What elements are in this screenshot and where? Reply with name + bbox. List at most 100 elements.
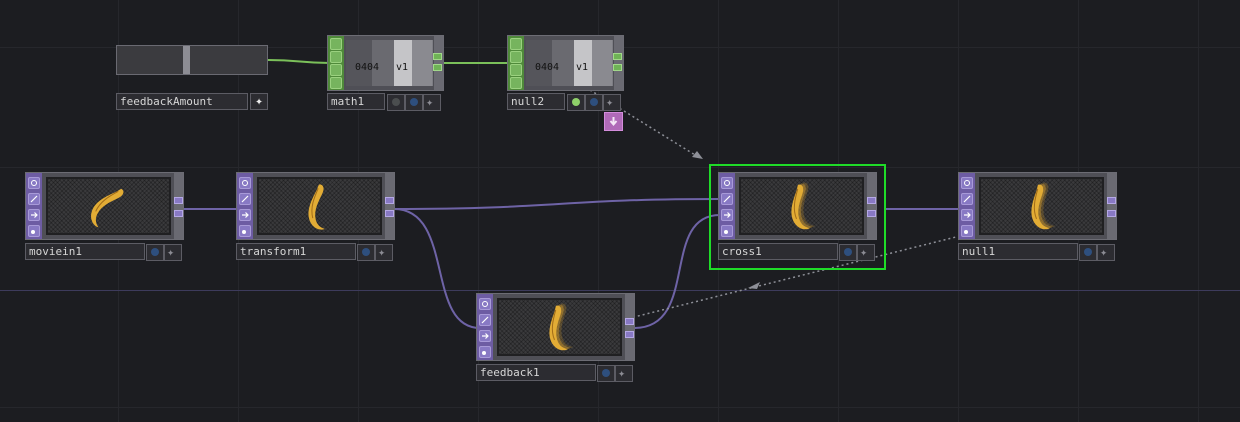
output-connector[interactable] [174,197,183,204]
viewer-icon[interactable] [721,225,733,237]
export-arrow-icon[interactable] [604,112,623,131]
node-cross1[interactable] [718,172,877,240]
lock-icon[interactable] [510,51,522,63]
viewer-dot-icon[interactable] [405,94,423,111]
viewer-icon[interactable] [330,77,342,89]
lock-icon[interactable] [239,193,251,205]
channel-name: v1 [576,62,589,73]
display-icon[interactable] [479,330,491,342]
banana-icon[interactable] [497,298,622,356]
output-connector[interactable] [1107,197,1116,204]
node-label-math1[interactable]: math1 [327,93,385,110]
bypass-icon[interactable] [961,177,973,189]
output-connector[interactable] [613,53,622,60]
lock-icon[interactable] [330,51,342,63]
channel-index: 0404 [535,62,560,73]
viewer-dot-icon[interactable] [597,365,615,382]
network-editor[interactable]: feedbackAmount ✦ 0404 v1 math1 ✦ 0404 v1… [0,0,1240,422]
wire-feedback1-cross1 [633,214,721,329]
node-label-transform1[interactable]: transform1 [236,243,356,260]
viewer-icon[interactable] [28,225,40,237]
bypass-icon[interactable] [330,38,342,50]
viewer-dot-icon[interactable] [839,244,857,261]
node-name: null2 [511,95,545,108]
output-connector[interactable] [433,64,442,71]
node-name: cross1 [722,245,762,258]
viewer-icon[interactable] [961,225,973,237]
node-name: feedback1 [480,366,540,379]
node-label-null1[interactable]: null1 [958,243,1078,260]
node-null2[interactable]: 0404 v1 [507,35,624,91]
pin-icon[interactable]: ✦ [857,244,875,261]
viewer-dot-icon[interactable] [1079,244,1097,261]
banana-icon[interactable] [257,177,382,235]
lock-icon[interactable] [961,193,973,205]
output-connector[interactable] [625,331,634,338]
feedback-amount-slider[interactable] [116,45,268,75]
lock-icon[interactable] [28,193,40,205]
slider-knob[interactable] [183,46,190,74]
display-icon[interactable] [28,209,40,221]
viewer-dot-icon[interactable] [146,244,164,261]
display-icon[interactable] [239,209,251,221]
bypass-icon[interactable] [479,298,491,310]
pin-icon[interactable]: ✦ [423,94,441,111]
output-connector[interactable] [433,53,442,60]
wire-transform1-feedback1 [393,208,481,329]
pin-icon[interactable]: ✦ [603,94,621,111]
viewer-dot-icon[interactable] [585,94,603,111]
bypass-icon[interactable] [721,177,733,189]
channel-viewer: 0404 v1 [526,40,613,86]
output-connector[interactable] [1107,210,1116,217]
output-connector[interactable] [385,210,394,217]
pin-icon[interactable]: ✦ [375,244,393,261]
viewer-icon[interactable] [239,225,251,237]
node-math1[interactable]: 0404 v1 [327,35,444,91]
banana-icon[interactable] [979,177,1104,235]
compare-dot-icon[interactable] [567,94,585,111]
node-transform1[interactable] [236,172,395,240]
node-name: null1 [962,245,996,258]
viewer-dot-icon[interactable] [357,244,375,261]
output-connector[interactable] [385,197,394,204]
output-connector[interactable] [867,197,876,204]
bypass-icon[interactable] [239,177,251,189]
node-moviein1[interactable] [25,172,184,240]
compare-dot-icon[interactable] [387,94,405,111]
node-label-null2[interactable]: null2 [507,93,565,110]
node-label-cross1[interactable]: cross1 [718,243,838,260]
wire-arrowhead [692,151,703,159]
output-connector[interactable] [867,210,876,217]
wire-slider-math1 [267,59,331,64]
banana-icon[interactable] [46,177,171,235]
viewer-icon[interactable] [510,77,522,89]
banana-icon[interactable] [739,177,864,235]
display-icon[interactable] [510,64,522,76]
output-connector[interactable] [174,210,183,217]
plus-icon[interactable]: ✦ [250,93,268,110]
display-icon[interactable] [721,209,733,221]
pin-icon[interactable]: ✦ [1097,244,1115,261]
pin-icon[interactable]: ✦ [164,244,182,261]
wire-transform1-cross1 [393,198,721,210]
channel-viewer: 0404 v1 [346,40,433,86]
node-name: moviein1 [29,245,82,258]
output-connector[interactable] [625,318,634,325]
display-icon[interactable] [961,209,973,221]
lock-icon[interactable] [721,193,733,205]
output-connector[interactable] [613,64,622,71]
node-label-feedback1[interactable]: feedback1 [476,364,596,381]
node-name: feedbackAmount [120,95,213,108]
wire-arrowhead [748,282,760,289]
bypass-icon[interactable] [28,177,40,189]
viewer-icon[interactable] [479,346,491,358]
node-feedback1[interactable] [476,293,635,361]
node-name: math1 [331,95,365,108]
lock-icon[interactable] [479,314,491,326]
slider-label-bar[interactable]: feedbackAmount [116,93,248,110]
node-null1[interactable] [958,172,1117,240]
display-icon[interactable] [330,64,342,76]
pin-icon[interactable]: ✦ [615,365,633,382]
bypass-icon[interactable] [510,38,522,50]
node-label-moviein1[interactable]: moviein1 [25,243,145,260]
